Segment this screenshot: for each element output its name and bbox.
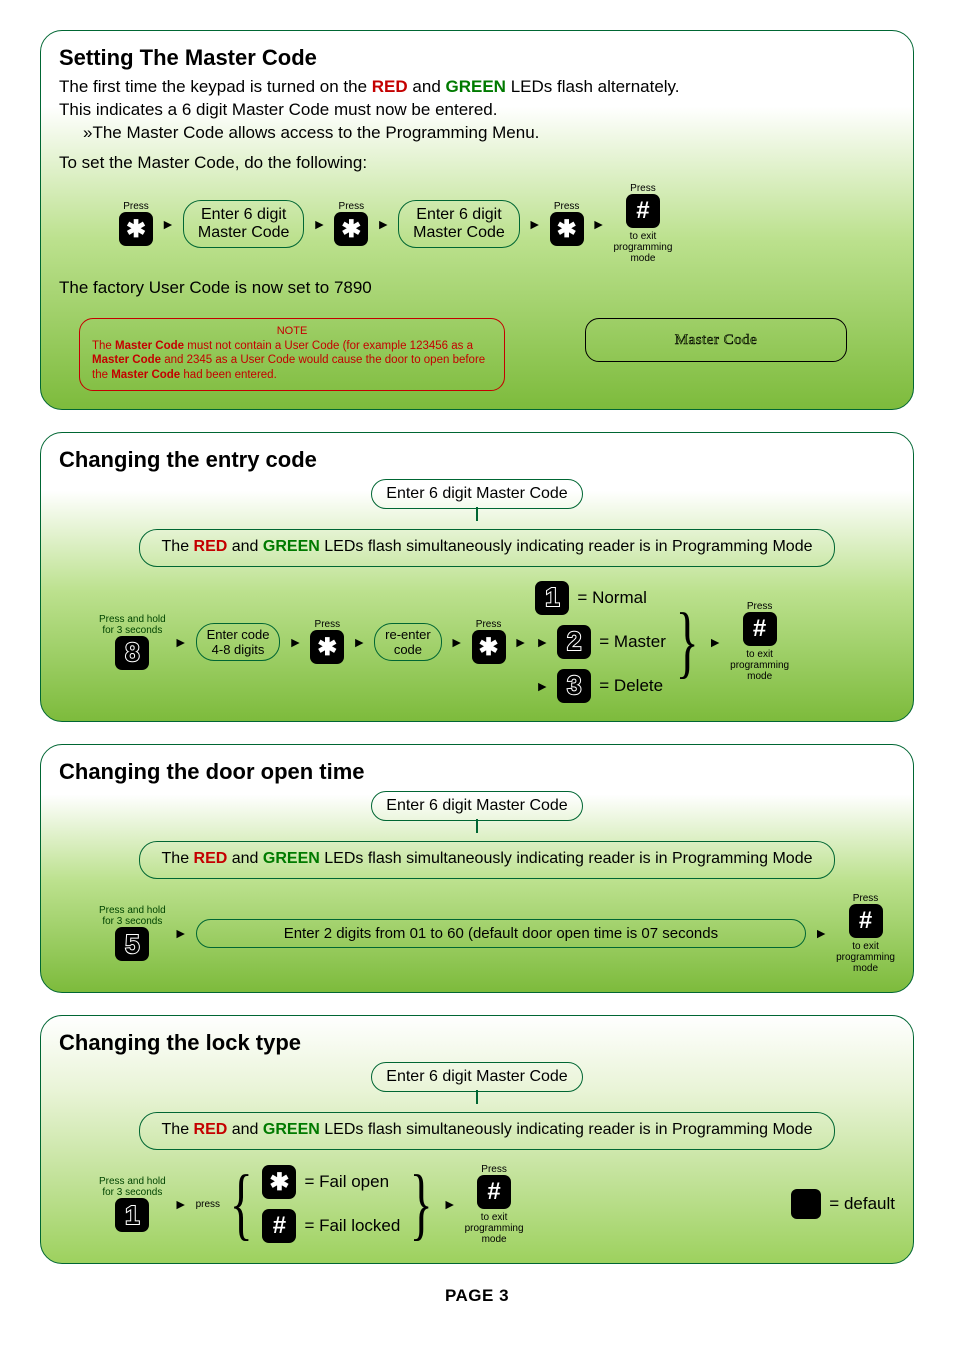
label-hold: Press and hold for 3 seconds — [99, 1176, 166, 1198]
arrow-icon: ► — [312, 216, 326, 232]
heading: Changing the door open time — [59, 759, 895, 785]
options-stack: ✱ = Fail open # = Fail locked — [262, 1165, 400, 1243]
status-programming-mode: The RED and GREEN LEDs flash simultaneou… — [139, 1112, 835, 1150]
label-fail-locked: = Fail locked — [304, 1216, 400, 1236]
label-hold: Press and hold for 3 seconds — [99, 905, 166, 927]
intro-line-4: To set the Master Code, do the following… — [59, 153, 895, 173]
brace-icon: } — [230, 1180, 253, 1228]
key-3-icon: 3 — [557, 669, 591, 703]
pill-enter-master: Enter 6 digit Master Code — [371, 479, 582, 509]
arrow-icon: ► — [592, 216, 606, 232]
status-programming-mode: The RED and GREEN LEDs flash simultaneou… — [139, 841, 835, 879]
brace-icon: } — [410, 1180, 433, 1228]
label-press: Press — [853, 893, 879, 904]
factory-code-line: The factory User Code is now set to 7890 — [59, 278, 895, 298]
label-master: = Master — [599, 632, 666, 652]
page-number: PAGE 3 — [40, 1286, 914, 1306]
label-press: Press — [630, 183, 656, 194]
hash-key-icon: # — [849, 904, 883, 938]
heading: Changing the entry code — [59, 447, 895, 473]
label-default: = default — [829, 1194, 895, 1214]
note-title: NOTE — [92, 325, 492, 339]
label-exit: to exitprogrammingmode — [465, 1212, 524, 1245]
brace-icon: } — [676, 618, 699, 666]
flow-set-master: Press ✱ ► Enter 6 digit Master Code ► Pr… — [119, 183, 895, 264]
key-8-icon: 8 — [115, 636, 149, 670]
master-code-writein-box: Master Code — [585, 318, 847, 362]
star-key-icon: ✱ — [310, 630, 344, 664]
intro-line-1: The first time the keypad is turned on t… — [59, 77, 895, 97]
panel-changing-entry-code: Changing the entry code Enter 6 digit Ma… — [40, 432, 914, 722]
star-key-icon: ✱ — [262, 1165, 296, 1199]
label-press: Press — [554, 201, 580, 212]
arrow-icon: ► — [450, 634, 464, 650]
note-box: NOTE The Master Code must not contain a … — [79, 318, 505, 391]
status-programming-mode: The RED and GREEN LEDs flash simultaneou… — [139, 529, 835, 567]
arrow-icon: ► — [528, 216, 542, 232]
hash-key-icon: # — [626, 194, 660, 228]
heading: Setting The Master Code — [59, 45, 895, 71]
label-hold: Press and hold for 3 seconds — [99, 614, 166, 636]
label-press-lc: press — [196, 1199, 220, 1210]
pill-enter-master: Enter 6 digit Master Code — [183, 200, 305, 248]
default-swatch-icon — [791, 1189, 821, 1219]
key-2-icon: 2 — [557, 625, 591, 659]
hash-key-icon: # — [477, 1175, 511, 1209]
label-exit: to exitprogrammingmode — [613, 231, 672, 264]
pill-door-time: Enter 2 digits from 01 to 60 (default do… — [196, 919, 807, 948]
intro-line-3: »The Master Code allows access to the Pr… — [83, 123, 895, 143]
star-key-icon: ✱ — [472, 630, 506, 664]
label-press: Press — [339, 201, 365, 212]
star-key-icon: ✱ — [334, 212, 368, 246]
label-exit: to exitprogrammingmode — [730, 649, 789, 682]
key-1-icon: 1 — [115, 1198, 149, 1232]
label-press: Press — [123, 201, 149, 212]
pill-enter-code: Enter code 4-8 digits — [196, 623, 281, 661]
key-1-icon: 1 — [535, 581, 569, 615]
arrow-icon: ► — [535, 678, 549, 694]
arrow-icon: ► — [708, 634, 722, 650]
hash-key-icon: # — [743, 612, 777, 646]
arrow-icon: ► — [443, 1196, 457, 1212]
hash-key-icon: # — [262, 1209, 296, 1243]
arrow-icon: ► — [174, 1196, 188, 1212]
panel-setting-master-code: Setting The Master Code The first time t… — [40, 30, 914, 410]
label-normal: = Normal — [577, 588, 646, 608]
pill-enter-master: Enter 6 digit Master Code — [398, 200, 520, 248]
arrow-icon: ► — [288, 634, 302, 650]
label-press: Press — [315, 619, 341, 630]
arrow-icon: ► — [161, 216, 175, 232]
panel-door-open-time: Changing the door open time Enter 6 digi… — [40, 744, 914, 993]
heading: Changing the lock type — [59, 1030, 895, 1056]
star-key-icon: ✱ — [119, 212, 153, 246]
flow-lock-type: Press and hold for 3 seconds 1 ► press }… — [99, 1164, 895, 1245]
star-key-icon: ✱ — [550, 212, 584, 246]
arrow-icon: ► — [814, 925, 828, 941]
label-press: Press — [476, 619, 502, 630]
flow-entry-code: Press and hold for 3 seconds 8 ► Enter c… — [99, 581, 895, 703]
label-fail-open: = Fail open — [304, 1172, 389, 1192]
arrow-icon: ► — [376, 216, 390, 232]
flow-door-time: Press and hold for 3 seconds 5 ► Enter 2… — [99, 893, 895, 974]
pill-enter-master: Enter 6 digit Master Code — [371, 791, 582, 821]
arrow-icon: ► — [514, 634, 528, 650]
arrow-icon: ► — [174, 925, 188, 941]
arrow-icon: ► — [174, 634, 188, 650]
label-press: Press — [747, 601, 773, 612]
pill-reenter-code: re-enter code — [374, 623, 442, 661]
options-stack: 1 = Normal ► 2 = Master ► 3 = Delete — [535, 581, 665, 703]
key-5-icon: 5 — [115, 927, 149, 961]
panel-lock-type: Changing the lock type Enter 6 digit Mas… — [40, 1015, 914, 1264]
label-press: Press — [481, 1164, 507, 1175]
label-delete: = Delete — [599, 676, 663, 696]
intro-line-2: This indicates a 6 digit Master Code mus… — [59, 100, 895, 120]
pill-enter-master: Enter 6 digit Master Code — [371, 1062, 582, 1092]
arrow-icon: ► — [535, 634, 549, 650]
label-exit: to exitprogrammingmode — [836, 941, 895, 974]
arrow-icon: ► — [352, 634, 366, 650]
